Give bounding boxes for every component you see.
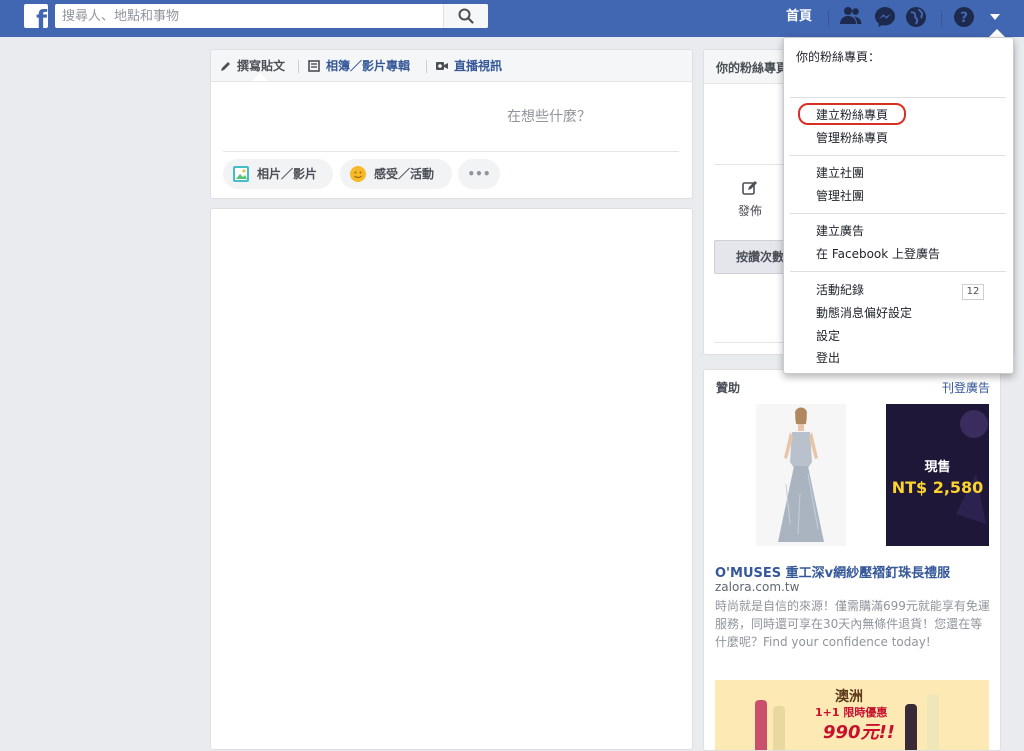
activity-count-badge: 12	[962, 284, 984, 300]
ad-now-label: 現售	[924, 460, 951, 475]
tab-album[interactable]: 相簿／影片專輯	[308, 50, 410, 81]
pencil-icon	[221, 62, 230, 71]
highlight-annotation	[798, 103, 906, 125]
wine-ad-image[interactable]: 澳洲 1+1 限時優惠 990元!!	[715, 680, 989, 750]
messenger-icon[interactable]	[873, 6, 897, 28]
ad-description: 時尚就是自信的來源！僅需購滿699元就能享有免運服務，同時還可享在30天內無條件…	[715, 599, 990, 649]
menu-divider	[790, 213, 1006, 214]
tab-live-video[interactable]: 直播視訊	[435, 50, 502, 81]
bottle	[905, 704, 917, 750]
ad-dress-image[interactable]	[756, 404, 846, 546]
post-composer: 撰寫貼文 相簿／影片專輯 直播視訊 在想些什麼？ 相片／影片 感受／活動 •••	[210, 49, 693, 199]
top-navigation-bar: f 首頁 ?	[0, 0, 1024, 37]
menu-item-news-feed-preferences[interactable]: 動態消息偏好設定	[816, 303, 912, 323]
tab-divider	[298, 60, 299, 73]
svg-text:?: ?	[960, 10, 968, 26]
smiley-icon	[350, 166, 366, 182]
create-ad-link[interactable]: 刊登廣告	[942, 379, 990, 396]
divider	[223, 151, 679, 152]
menu-item-create-group[interactable]: 建立社團	[816, 163, 864, 183]
menu-item-settings[interactable]: 設定	[816, 326, 840, 346]
ad-title-link[interactable]: O'MUSES 重工深v網紗壓褶釘珠長禮服	[715, 562, 950, 581]
account-dropdown-menu: 你的粉絲專頁： 建立粉絲專頁 管理粉絲專頁 建立社團 管理社團 建立廣告 在 F…	[783, 37, 1014, 374]
photo-icon	[233, 166, 249, 182]
menu-item-manage-pages[interactable]: 管理粉絲專頁	[816, 128, 888, 148]
edit-icon	[742, 181, 757, 195]
nav-divider	[941, 10, 942, 26]
menu-item-advertise[interactable]: 在 Facebook 上登廣告	[816, 244, 940, 264]
search-button[interactable]	[443, 4, 488, 28]
menu-divider	[790, 271, 1006, 272]
ad-domain: zalora.com.tw	[715, 580, 800, 594]
sponsored-card: 贊助 刊登廣告 現售 NT$ 2,580 O'MUSES 重工深v網紗壓褶釘珠長…	[703, 369, 1001, 751]
wine-ad-price: 990元!!	[823, 722, 895, 743]
publish-button[interactable]: 發佈	[728, 180, 772, 219]
sponsored-title: 贊助	[716, 381, 741, 395]
bottle	[927, 694, 939, 750]
news-feed	[210, 208, 693, 750]
more-options-button[interactable]: •••	[458, 159, 500, 189]
bottle	[773, 706, 785, 750]
composer-prompt[interactable]: 在想些什麼？	[211, 106, 591, 126]
wine-ad-title: 澳洲	[835, 689, 863, 705]
tab-divider	[426, 60, 427, 73]
feeling-activity-button[interactable]: 感受／活動	[340, 159, 452, 189]
your-pages-title: 你的粉絲專頁	[716, 61, 789, 75]
ad-price-label: NT$ 2,580	[891, 478, 984, 497]
home-link[interactable]: 首頁	[776, 7, 822, 27]
search-input[interactable]	[55, 4, 447, 28]
more-icon: •••	[467, 167, 491, 181]
menu-caret-icon[interactable]	[983, 6, 1007, 28]
dropdown-header: 你的粉絲專頁：	[796, 50, 881, 64]
menu-item-log-out[interactable]: 登出	[816, 348, 840, 368]
search-icon	[458, 8, 474, 24]
friends-icon[interactable]	[839, 6, 863, 28]
menu-item-activity-log[interactable]: 活動紀錄	[816, 280, 864, 300]
menu-divider	[790, 155, 1006, 156]
menu-item-create-ad[interactable]: 建立廣告	[816, 221, 864, 241]
active-tab-pointer	[252, 73, 268, 81]
menu-item-manage-groups[interactable]: 管理社團	[816, 186, 864, 206]
composer-tabs: 撰寫貼文 相簿／影片專輯 直播視訊	[211, 50, 692, 82]
video-camera-icon	[436, 62, 448, 70]
search-box	[55, 4, 488, 28]
dropdown-caret	[989, 29, 1005, 37]
facebook-logo[interactable]: f	[24, 4, 48, 28]
photo-video-button[interactable]: 相片／影片	[223, 159, 333, 189]
help-icon[interactable]: ?	[952, 6, 976, 28]
globe-notifications-icon[interactable]	[904, 6, 928, 28]
bottle	[755, 700, 767, 750]
nav-divider	[828, 10, 829, 26]
ad-price-image[interactable]: 現售 NT$ 2,580	[886, 404, 989, 546]
album-icon	[308, 60, 320, 72]
menu-divider	[790, 97, 1006, 98]
